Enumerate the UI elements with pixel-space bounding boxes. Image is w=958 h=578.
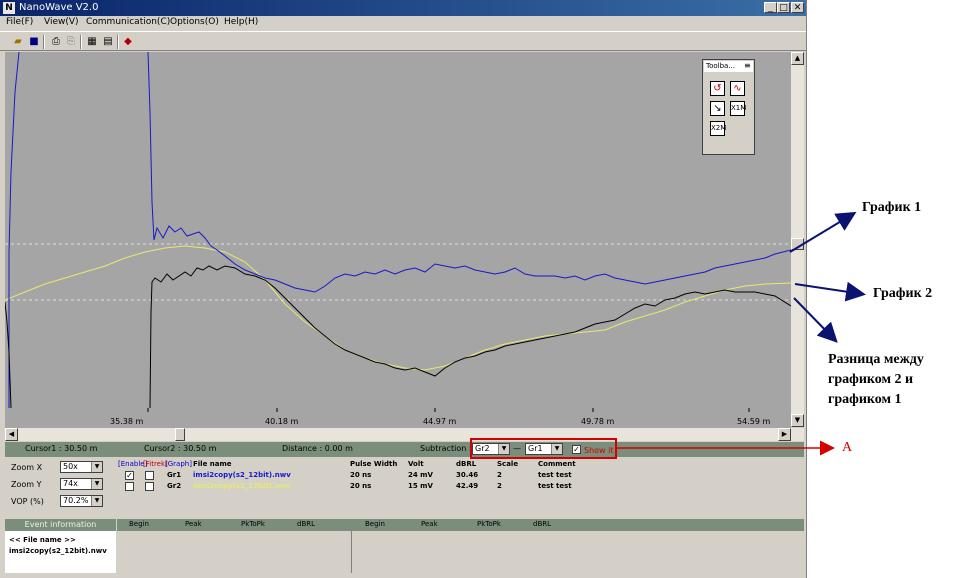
graph1-arrow — [789, 211, 857, 253]
graph1-annotation: График 1 — [862, 200, 922, 215]
subtraction-highlight-box — [470, 438, 617, 459]
annotation-overlay — [617, 211, 866, 456]
graph2-annotation: График 2 — [873, 286, 933, 301]
graph2-arrow — [794, 281, 866, 302]
difference-annotation-line3: графиком 1 — [828, 392, 902, 407]
marker-a-label: A — [842, 440, 853, 455]
difference-annotation-line2: графиком 2 и — [828, 372, 914, 387]
difference-arrow — [793, 297, 838, 343]
difference-annotation-line1: Разница между — [828, 352, 924, 367]
